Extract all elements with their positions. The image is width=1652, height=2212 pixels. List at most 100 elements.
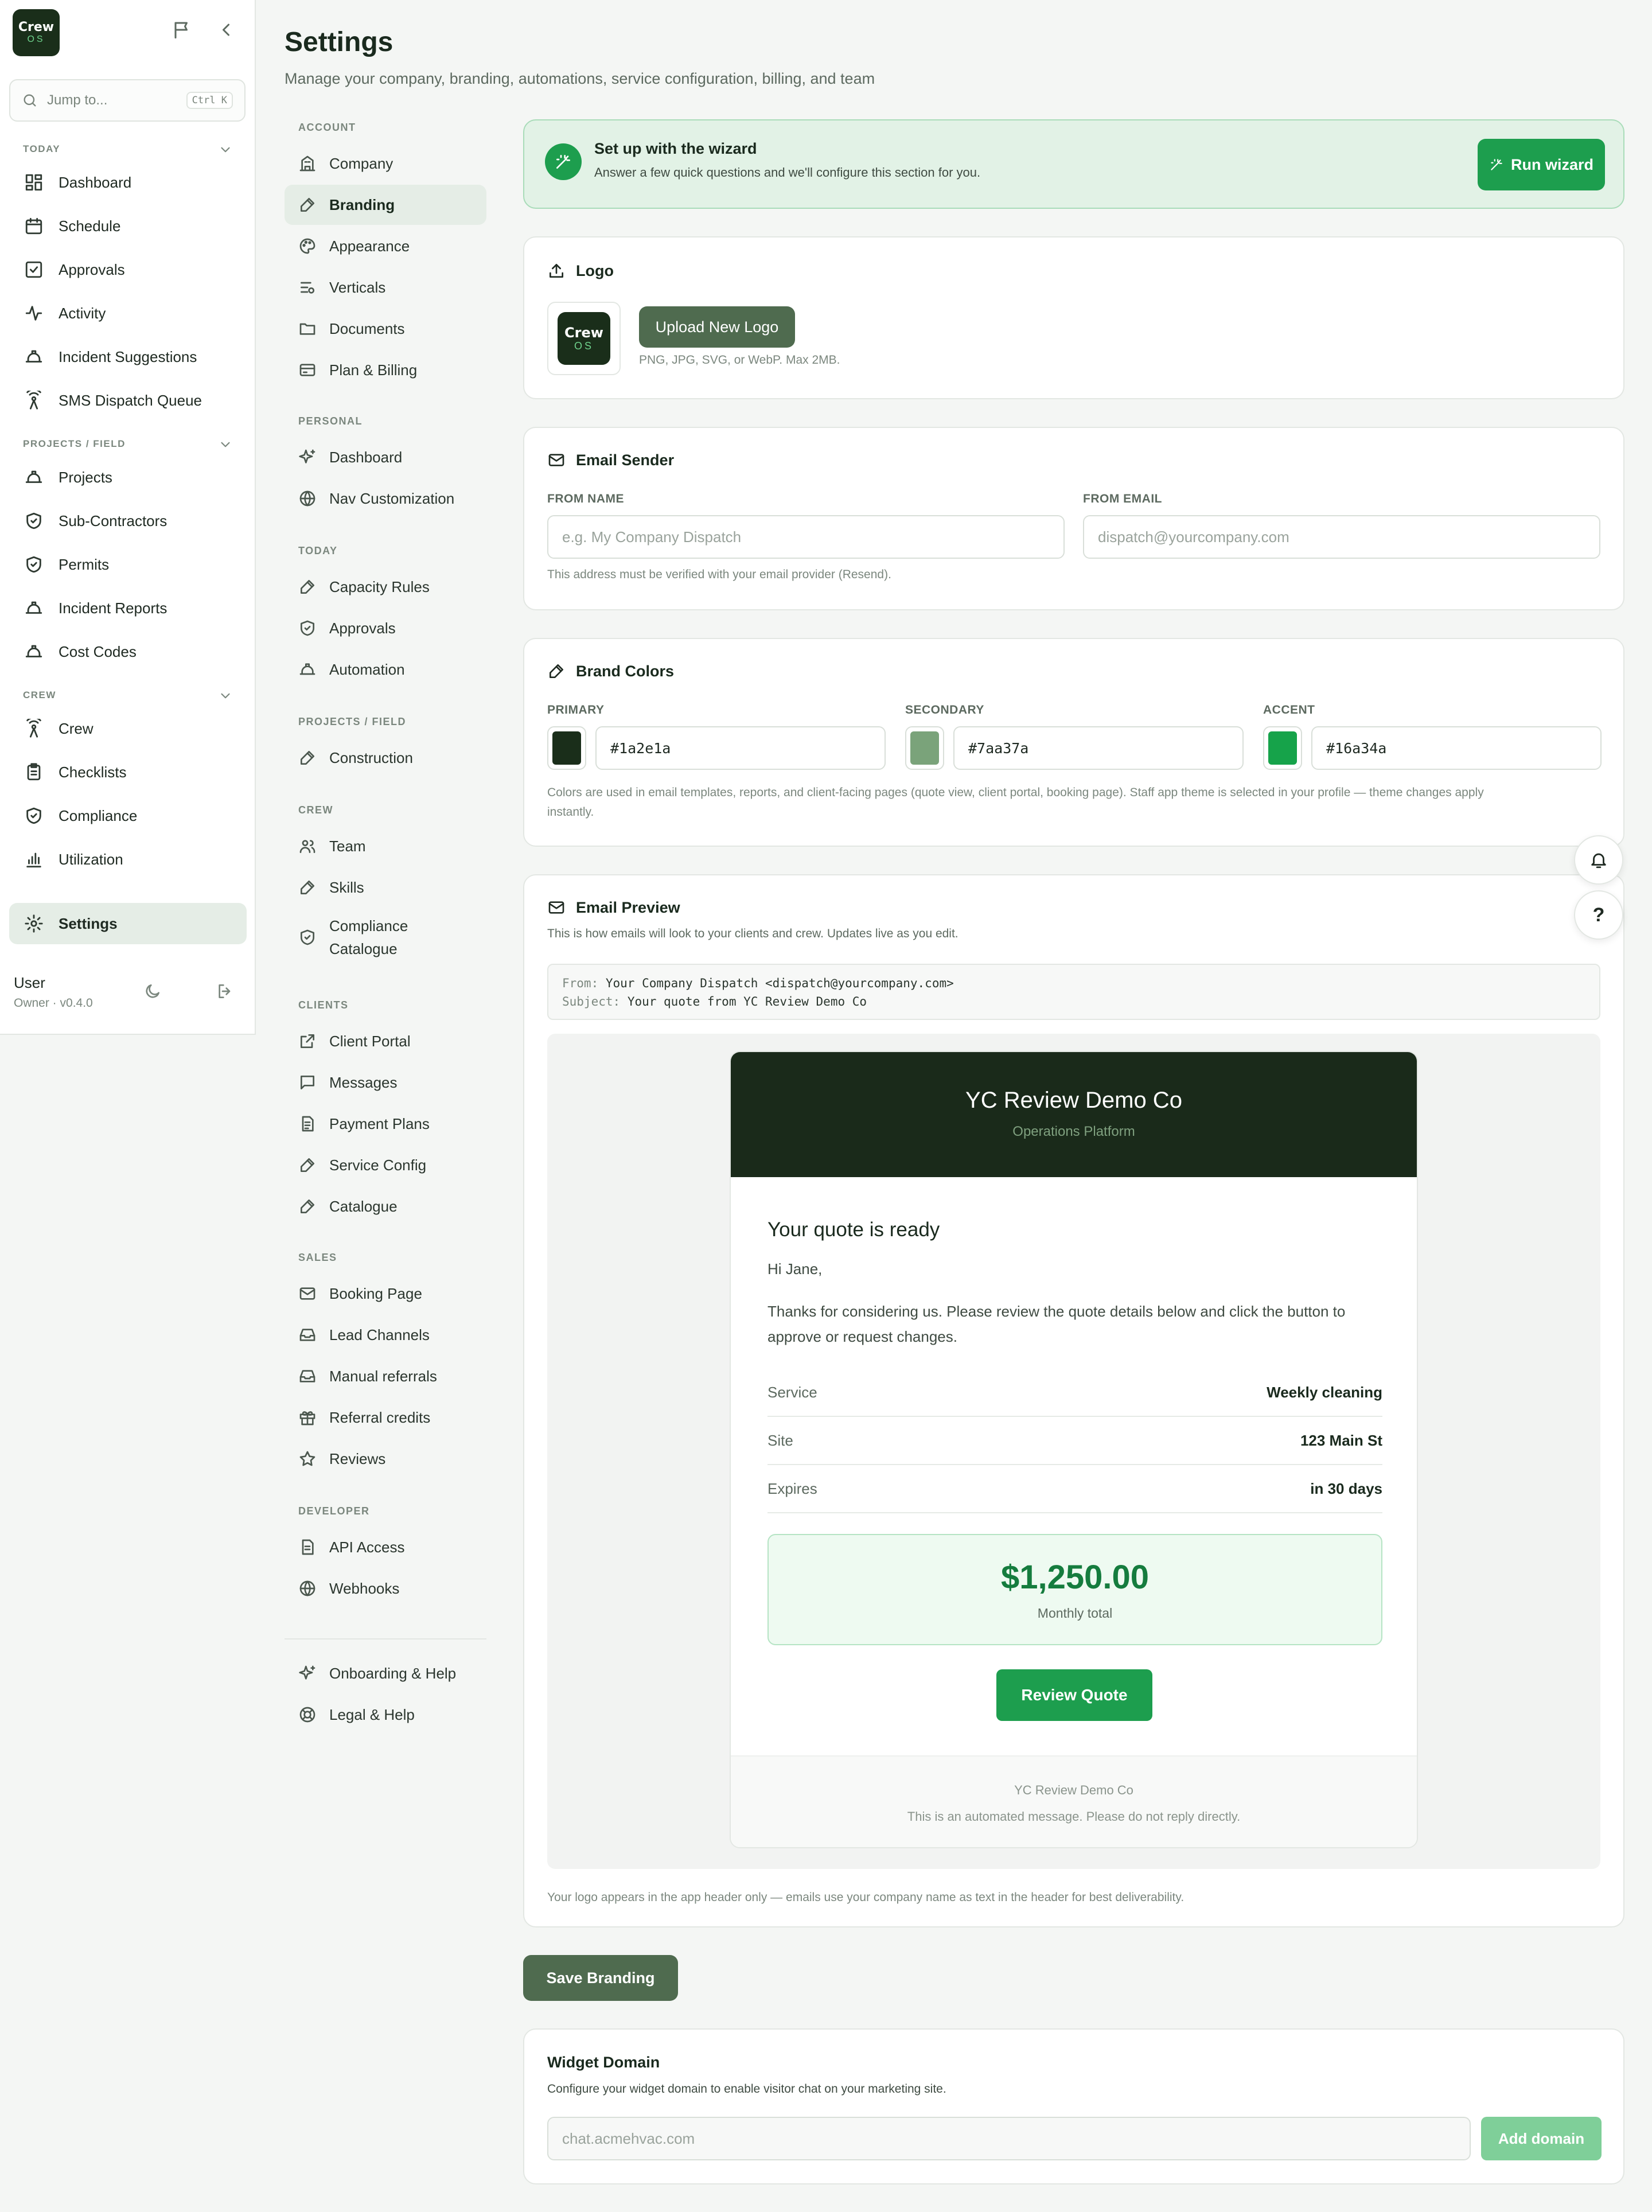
feedback-flag-icon[interactable] (172, 20, 193, 40)
settings-nav-referral-credits[interactable]: Referral credits (285, 1397, 486, 1438)
sidebar-item-cost-codes[interactable]: Cost Codes (9, 631, 247, 672)
settings-nav-messages[interactable]: Messages (285, 1062, 486, 1103)
settings-nav-manual-referrals[interactable]: Manual referrals (285, 1356, 486, 1396)
settings-nav-payment-plans[interactable]: Payment Plans (285, 1104, 486, 1144)
app-logo[interactable]: Crew OS (13, 9, 60, 56)
settings-nav-automation[interactable]: Automation (285, 649, 486, 690)
sidebar-item-settings[interactable]: Settings (9, 903, 247, 944)
notifications-button[interactable] (1574, 835, 1623, 885)
settings-nav-skills[interactable]: Skills (285, 867, 486, 908)
sidebar-item-schedule[interactable]: Schedule (9, 205, 247, 247)
mail-icon (298, 1284, 317, 1303)
palette-icon (298, 237, 317, 255)
email-header: YC Review Demo Co Operations Platform (731, 1052, 1417, 1177)
sidebar-item-crew[interactable]: Crew (9, 708, 247, 749)
settings-nav-approvals[interactable]: Approvals (285, 608, 486, 648)
settings-nav-documents[interactable]: Documents (285, 309, 486, 349)
sidebar-item-incident-reports[interactable]: Incident Reports (9, 587, 247, 629)
sidebar-item-compliance[interactable]: Compliance (9, 795, 247, 836)
settings-nav-compliance-catalogue[interactable]: Compliance Catalogue (285, 909, 486, 966)
settings-nav-label: Team (329, 838, 366, 855)
secondary-color-swatch[interactable] (905, 726, 944, 770)
primary-color-swatch[interactable] (547, 726, 586, 770)
upload-logo-button[interactable]: Upload New Logo (639, 306, 795, 348)
settings-nav-company[interactable]: Company (285, 143, 486, 184)
settings-nav-plan-billing[interactable]: Plan & Billing (285, 350, 486, 390)
app-sidebar: Crew OS Jump to... Ctrl K TODAY Dashboar… (0, 0, 256, 1035)
settings-nav-catalogue[interactable]: Catalogue (285, 1186, 486, 1226)
settings-nav-api-access[interactable]: API Access (285, 1527, 486, 1567)
primary-color-input[interactable]: #1a2e1a (595, 726, 886, 770)
accent-color-swatch[interactable] (1263, 726, 1302, 770)
sidebar-item-approvals[interactable]: Approvals (9, 249, 247, 290)
jump-to-search[interactable]: Jump to... Ctrl K (9, 79, 246, 122)
sidebar-item-utilization[interactable]: Utilization (9, 839, 247, 880)
magic-wand-icon (545, 143, 582, 180)
secondary-color-input[interactable]: #7aa37a (953, 726, 1244, 770)
settings-nav-webhooks[interactable]: Webhooks (285, 1568, 486, 1609)
settings-nav-service-config[interactable]: Service Config (285, 1145, 486, 1185)
settings-nav-label: Capacity Rules (329, 578, 430, 595)
primary-color-label: PRIMARY (547, 703, 605, 716)
chevron-down-icon[interactable] (218, 437, 233, 452)
shield-check-icon (298, 928, 317, 947)
email-sender-title: Email Sender (576, 451, 675, 469)
chevron-down-icon[interactable] (218, 688, 233, 703)
settings-nav-booking-page[interactable]: Booking Page (285, 1274, 486, 1314)
run-wizard-button[interactable]: Run wizard (1478, 139, 1605, 190)
inbox-icon (298, 1326, 317, 1344)
help-button[interactable]: ? (1574, 890, 1623, 940)
settings-section-personal: PERSONAL (298, 415, 363, 427)
sidebar-item-checklists[interactable]: Checklists (9, 751, 247, 793)
sidebar-item-sub-contractors[interactable]: Sub-Contractors (9, 500, 247, 542)
sidebar-item-label: Utilization (59, 850, 123, 868)
chevron-down-icon[interactable] (218, 142, 233, 157)
inbox-icon (298, 1367, 317, 1385)
shortcut-badge: Ctrl K (186, 92, 233, 109)
settings-nav-legal-help[interactable]: Legal & Help (285, 1695, 486, 1735)
sidebar-item-activity[interactable]: Activity (9, 293, 247, 334)
widget-domain-input[interactable]: chat.acmehvac.com (547, 2117, 1471, 2160)
pen-icon (298, 578, 317, 596)
settings-nav-appearance[interactable]: Appearance (285, 226, 486, 266)
review-quote-button[interactable]: Review Quote (996, 1669, 1152, 1721)
settings-nav-client-portal[interactable]: Client Portal (285, 1021, 486, 1061)
add-domain-button[interactable]: Add domain (1481, 2117, 1602, 2160)
settings-nav-team[interactable]: Team (285, 826, 486, 866)
from-email-input[interactable]: dispatch@yourcompany.com (1083, 515, 1600, 559)
hard-hat-icon (24, 347, 44, 367)
run-wizard-label: Run wizard (1510, 155, 1593, 173)
sidebar-item-label: Dashboard (59, 173, 132, 191)
settings-nav-reviews[interactable]: Reviews (285, 1439, 486, 1479)
settings-nav-nav-customization[interactable]: Nav Customization (285, 478, 486, 519)
user-profile[interactable]: User Owner · v0.4.0 (14, 974, 93, 1010)
sidebar-item-sms-dispatch-queue[interactable]: SMS Dispatch Queue (9, 380, 247, 421)
life-buoy-icon (298, 1705, 317, 1724)
pen-icon (298, 1156, 317, 1174)
save-branding-button[interactable]: Save Branding (523, 1955, 678, 2001)
settings-section-crew: CREW (298, 804, 333, 816)
settings-nav-branding[interactable]: Branding (285, 185, 486, 225)
settings-nav-capacity-rules[interactable]: Capacity Rules (285, 567, 486, 607)
settings-nav-construction[interactable]: Construction (285, 738, 486, 778)
settings-nav-dashboard[interactable]: Dashboard (285, 437, 486, 477)
settings-nav-label: Service Config (329, 1156, 427, 1174)
email-footer-company: YC Review Demo Co (1014, 1783, 1133, 1797)
from-name-input[interactable]: e.g. My Company Dispatch (547, 515, 1065, 559)
sidebar-section-crew: CREW (23, 690, 56, 700)
search-icon (22, 92, 38, 108)
settings-nav-lead-channels[interactable]: Lead Channels (285, 1315, 486, 1355)
sidebar-item-permits[interactable]: Permits (9, 544, 247, 585)
logout-icon[interactable] (216, 982, 234, 1000)
collapse-sidebar-icon[interactable] (216, 20, 236, 40)
sidebar-item-incident-suggestions[interactable]: Incident Suggestions (9, 336, 247, 377)
sidebar-item-dashboard[interactable]: Dashboard (9, 162, 247, 203)
logo-card: Logo Crew OS Upload New Logo PNG, JPG, S… (523, 236, 1624, 399)
sidebar-item-projects[interactable]: Projects (9, 457, 247, 498)
email-preview-hint: Your logo appears in the app header only… (547, 1891, 1185, 1904)
moon-icon[interactable] (143, 982, 162, 1000)
accent-color-input[interactable]: #16a34a (1311, 726, 1602, 770)
settings-nav-label: Company (329, 155, 393, 172)
settings-nav-onboarding-help[interactable]: Onboarding & Help (285, 1653, 486, 1693)
settings-nav-verticals[interactable]: Verticals (285, 267, 486, 307)
